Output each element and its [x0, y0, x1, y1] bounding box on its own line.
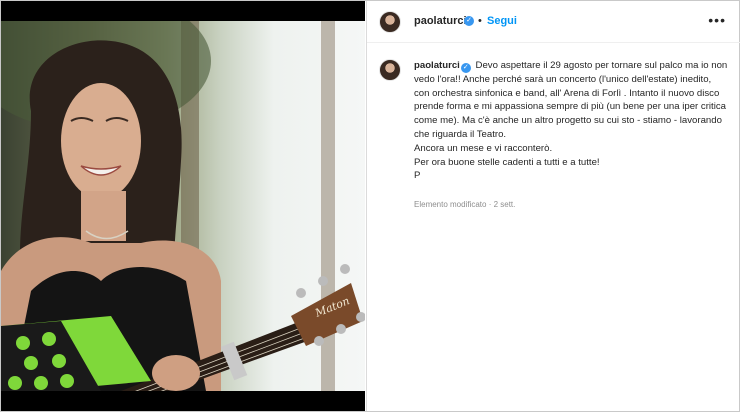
header-username-link[interactable]: paolaturci: [414, 15, 467, 27]
post-sidebar: paolaturci ✓ • Segui ••• paolaturci ✓ Dev…: [366, 1, 740, 411]
caption-line-4: P: [414, 170, 421, 182]
photo-illustration: Maton: [1, 21, 365, 391]
post-media[interactable]: Maton: [1, 1, 365, 411]
caption-avatar[interactable]: [379, 59, 401, 81]
post-header: paolaturci ✓ • Segui •••: [367, 1, 740, 43]
separator-dot: •: [478, 15, 482, 27]
caption-text: Devo aspettare il 29 agosto per tornare …: [414, 60, 728, 140]
post-caption: paolaturci ✓ Devo aspettare il 29 agosto …: [414, 59, 728, 183]
verified-badge-icon: ✓: [460, 63, 471, 73]
caption-line-3: Per ora buone stelle cadenti a tutti e a…: [414, 156, 600, 168]
avatar[interactable]: [379, 11, 401, 33]
post-photo: Maton: [1, 21, 365, 391]
edited-timestamp: Elemento modificato · 2 sett.: [414, 200, 516, 209]
follow-button[interactable]: Segui: [487, 15, 517, 27]
caption-username-link[interactable]: paolaturci: [414, 60, 460, 71]
verified-badge-icon: ✓: [464, 16, 474, 26]
more-options-icon[interactable]: •••: [708, 13, 726, 27]
caption-line-2: Ancora un mese e vi racconterò.: [414, 142, 553, 154]
